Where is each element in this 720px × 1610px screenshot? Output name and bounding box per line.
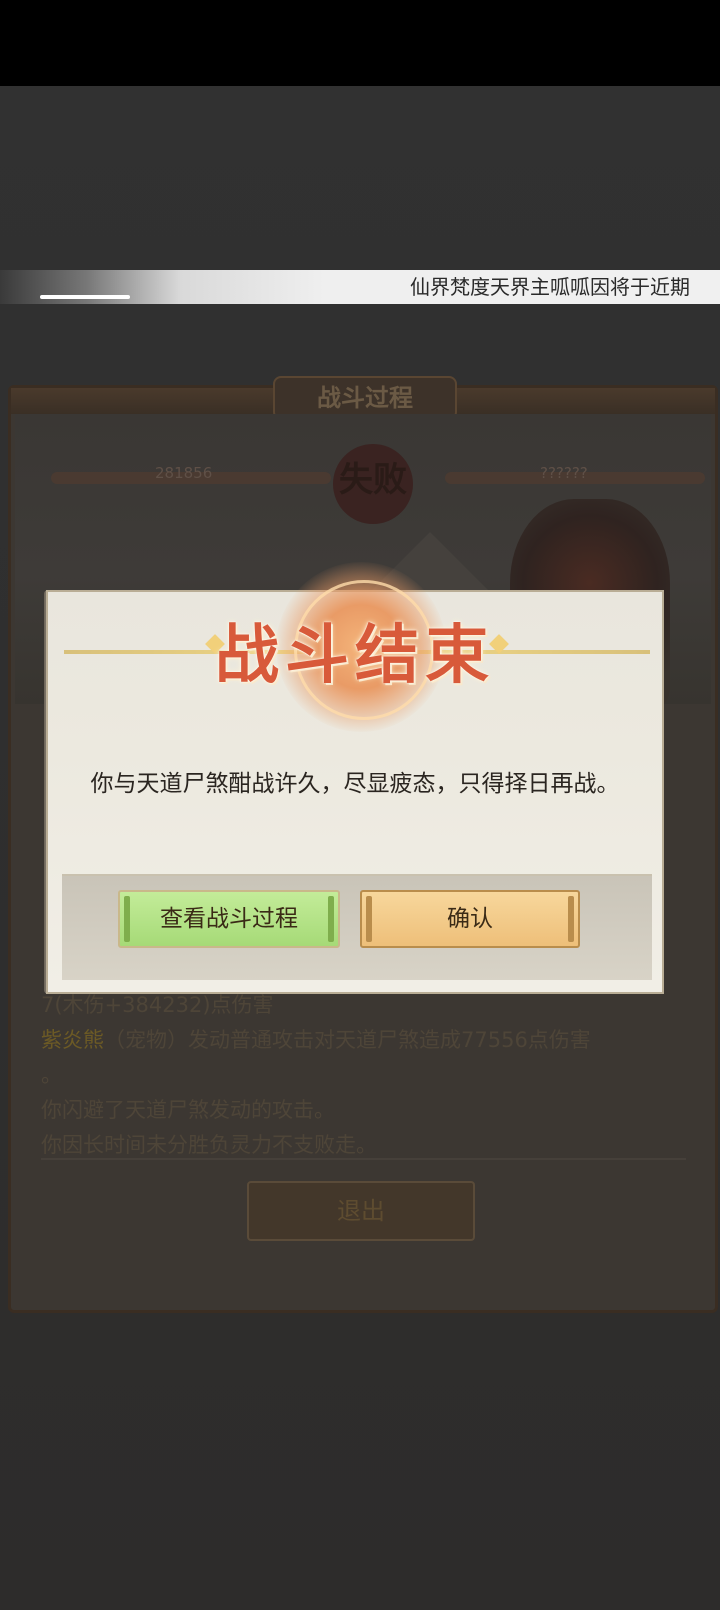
exit-button-label: 退出: [337, 1197, 385, 1225]
dialog-title: 战斗结束: [215, 619, 495, 693]
enemy-hp-value: ??????: [540, 464, 588, 482]
notice-text: 仙界梵度天界主呱呱因将于近期: [410, 275, 690, 299]
notice-banner: 仙界梵度天界主呱呱因将于近期: [0, 270, 720, 304]
log-divider: [41, 1158, 686, 1160]
player-hp-value: 281856: [155, 464, 213, 482]
view-battle-process-button[interactable]: 查看战斗过程: [118, 890, 340, 948]
panel-title: 战斗过程: [317, 384, 413, 412]
confirm-label: 确认: [447, 906, 493, 932]
confirm-button[interactable]: 确认: [360, 890, 580, 948]
notice-decoration: [40, 295, 130, 299]
pet-name: 紫炎熊: [41, 1028, 104, 1052]
exit-button[interactable]: 退出: [247, 1181, 475, 1241]
battle-end-dialog: 战斗结束 你与天道尸煞酣战许久，尽显疲态，只得择日再战。 查看战斗过程 确认: [46, 562, 664, 994]
log-line: 。: [41, 1063, 62, 1087]
view-battle-process-label: 查看战斗过程: [160, 906, 298, 932]
status-bar: [0, 0, 720, 86]
log-line: 紫炎熊（宠物）发动普通攻击对天道尸煞造成77556点伤害: [41, 1028, 591, 1052]
battle-log: 7(木伤+384232)点伤害 紫炎熊（宠物）发动普通攻击对天道尸煞造成7755…: [41, 988, 691, 1163]
defeat-text: 失败: [339, 460, 407, 500]
dialog-message: 你与天道尸煞酣战许久，尽显疲态，只得择日再战。: [90, 771, 620, 797]
log-line: 你闪避了天道尸煞发动的攻击。: [41, 1098, 335, 1122]
